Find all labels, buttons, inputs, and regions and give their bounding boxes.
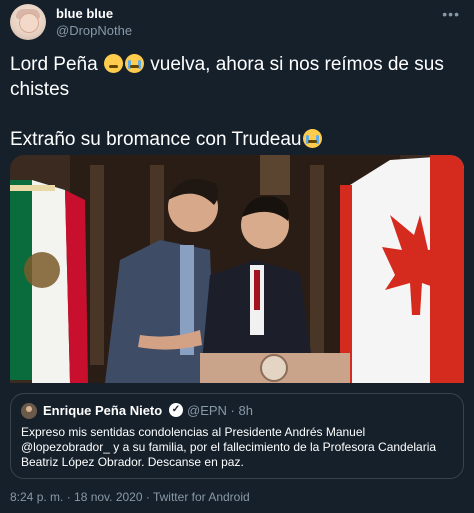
- avatar[interactable]: [10, 4, 46, 40]
- quoted-tweet-text: Expreso mis sentidas condolencias al Pre…: [21, 425, 437, 469]
- loudly-crying-face-emoji: [124, 54, 144, 73]
- display-name[interactable]: blue blue: [56, 6, 113, 21]
- quoted-handle-time: @EPN · 8h: [187, 403, 253, 418]
- tweet-text: Lord Peña vuelva, ahora si nos reímos de…: [10, 52, 464, 152]
- quoted-display-name[interactable]: Enrique Peña Nieto: [43, 403, 162, 418]
- tweet-text-line2: Extraño su bromance con Trudeau: [10, 129, 302, 150]
- tweet-timestamp[interactable]: 8:24 p. m. · 18 nov. 2020 · Twitter for …: [10, 490, 250, 504]
- avatar-face: [19, 13, 39, 33]
- loudly-crying-face-emoji: [302, 129, 322, 148]
- user-handle[interactable]: @DropNothe: [56, 23, 132, 38]
- quoted-tweet[interactable]: Enrique Peña Nieto ✓ @EPN · 8h Expreso m…: [10, 393, 464, 479]
- tweet-text-line1: Lord Peña: [10, 54, 103, 75]
- persevering-face-emoji: [103, 54, 123, 73]
- photo-illustration: [10, 155, 464, 383]
- tweet-photo[interactable]: [10, 155, 464, 383]
- verified-badge-icon: ✓: [169, 403, 183, 417]
- more-options-icon[interactable]: •••: [442, 6, 460, 22]
- tweet-header: blue blue @DropNothe •••: [10, 4, 464, 40]
- quoted-avatar[interactable]: [21, 403, 37, 419]
